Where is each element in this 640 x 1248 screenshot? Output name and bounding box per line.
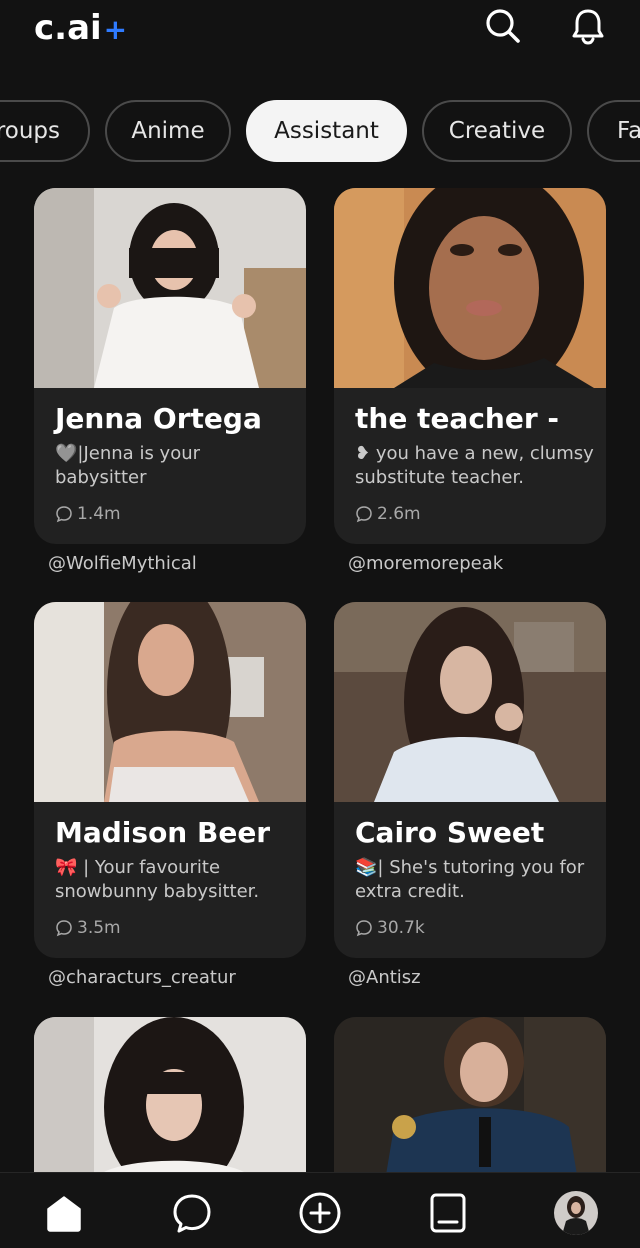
creator-handle[interactable]: @Antisz: [348, 967, 421, 988]
tab-label: Creative: [448, 118, 546, 144]
chat-count: 1.4m: [55, 504, 121, 524]
character-card[interactable]: Cairo Sweet 📚| She's tutoring you for ex…: [334, 602, 606, 958]
description-text: you have a new, clumsy substitute teache…: [355, 443, 594, 488]
chat-count-value: 1.4m: [77, 504, 121, 524]
character-card[interactable]: Jenna Ortega 🩶|Jenna is your babysitter …: [34, 188, 306, 544]
chat-count: 2.6m: [355, 504, 421, 524]
profile-avatar[interactable]: [554, 1191, 598, 1235]
chat-bubble-icon: [356, 920, 372, 937]
description-text: | Your favourite snowbunny babysitter.: [55, 857, 260, 902]
chat-bubble-icon: [56, 506, 72, 523]
create-icon[interactable]: [298, 1191, 342, 1235]
character-name: Madison Beer: [55, 816, 271, 849]
bell-icon[interactable]: [568, 6, 608, 46]
category-tabs: roups Anime Assistant Creative Fa: [0, 100, 640, 164]
chat-count-value: 3.5m: [77, 918, 121, 938]
description-emoji: 📚: [355, 857, 378, 878]
tab-label: Fa: [617, 118, 640, 144]
description-emoji: ❥: [355, 443, 371, 464]
tab-fa[interactable]: Fa: [587, 100, 640, 162]
character-description: ❥ you have a new, clumsy substitute teac…: [355, 442, 595, 490]
creator-handle[interactable]: @characturs_creatur: [48, 967, 236, 988]
chat-bubble-icon: [356, 506, 372, 523]
logo-plus: +: [103, 13, 128, 46]
tab-anime[interactable]: Anime: [105, 100, 231, 162]
app-screen: c.ai+ roups Anime Assistant Creative Fa …: [0, 0, 640, 1248]
chat-count-value: 2.6m: [377, 504, 421, 524]
search-icon[interactable]: [483, 6, 523, 46]
chat-icon[interactable]: [170, 1191, 214, 1235]
character-name: the teacher -: [355, 402, 560, 435]
character-photo: [334, 602, 606, 802]
description-emoji: 🩶: [55, 443, 78, 464]
description-text: |Jenna is your babysitter: [55, 443, 201, 488]
character-card[interactable]: the teacher - ❥ you have a new, clumsy s…: [334, 188, 606, 544]
avatar: [554, 1191, 598, 1235]
tab-label: Assistant: [274, 118, 379, 144]
creator-handle[interactable]: @WolfieMythical: [48, 553, 197, 574]
character-card[interactable]: Madison Beer 🎀 | Your favourite snowbunn…: [34, 602, 306, 958]
chat-count: 3.5m: [55, 918, 121, 938]
character-description: 🩶|Jenna is your babysitter: [55, 442, 295, 490]
tab-assistant[interactable]: Assistant: [246, 100, 407, 162]
character-photo: [334, 188, 606, 388]
description-emoji: 🎀: [55, 857, 78, 878]
character-name: Jenna Ortega: [55, 402, 262, 435]
character-photo: [34, 188, 306, 388]
feed-icon[interactable]: [426, 1191, 470, 1235]
creator-handle[interactable]: @moremorepeak: [348, 553, 503, 574]
tab-label: Anime: [131, 118, 205, 144]
home-icon[interactable]: [42, 1191, 86, 1235]
app-logo[interactable]: c.ai+: [34, 8, 127, 48]
logo-text: c.ai: [34, 8, 102, 48]
tab-groups[interactable]: roups: [0, 100, 90, 162]
character-description: 📚| She's tutoring you for extra credit.: [355, 856, 595, 904]
bottom-nav: [0, 1172, 640, 1248]
top-bar: c.ai+: [0, 0, 640, 70]
chat-count-value: 30.7k: [377, 918, 425, 938]
chat-count: 30.7k: [355, 918, 425, 938]
character-name: Cairo Sweet: [355, 816, 545, 849]
chat-bubble-icon: [56, 920, 72, 937]
tab-label: roups: [0, 118, 60, 144]
character-photo: [34, 602, 306, 802]
character-description: 🎀 | Your favourite snowbunny babysitter.: [55, 856, 295, 904]
description-text: | She's tutoring you for extra credit.: [355, 857, 585, 902]
tab-creative[interactable]: Creative: [422, 100, 572, 162]
